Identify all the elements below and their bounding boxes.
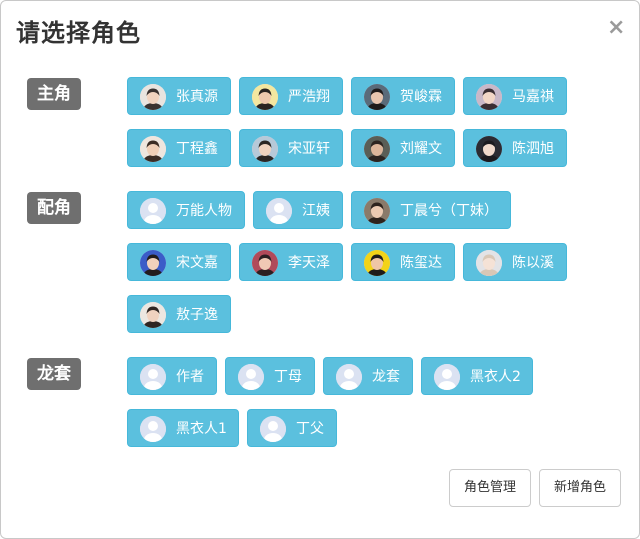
role-name: 丁晨兮（丁妹） [400, 203, 498, 219]
avatar [140, 136, 166, 162]
avatar [140, 302, 166, 328]
default-user-icon [434, 364, 460, 390]
role-chip[interactable]: 张真源 [127, 77, 231, 115]
role-chip[interactable]: 龙套 [323, 357, 413, 395]
role-name: 陈泗旭 [512, 141, 554, 157]
avatar [140, 250, 166, 276]
role-chip[interactable]: 李天泽 [239, 243, 343, 281]
role-name: 严浩翔 [288, 89, 330, 105]
default-user-icon [140, 198, 166, 224]
role-chip[interactable]: 宋亚轩 [239, 129, 343, 167]
role-name: 万能人物 [176, 203, 232, 219]
default-user-icon [336, 364, 362, 390]
avatar [476, 84, 502, 110]
role-name: 李天泽 [288, 255, 330, 271]
avatar [364, 198, 390, 224]
role-name: 张真源 [176, 89, 218, 105]
role-chip[interactable]: 丁父 [247, 409, 337, 447]
role-name: 陈玺达 [400, 255, 442, 271]
role-chip[interactable]: 严浩翔 [239, 77, 343, 115]
role-name: 丁母 [274, 369, 302, 385]
role-chip[interactable]: 马嘉祺 [463, 77, 567, 115]
role-name: 马嘉祺 [512, 89, 554, 105]
default-user-icon [260, 416, 286, 442]
role-chip[interactable]: 作者 [127, 357, 217, 395]
dialog-title: 请选择角色 [16, 19, 141, 47]
role-chip[interactable]: 陈泗旭 [463, 129, 567, 167]
role-chip[interactable]: 贺峻霖 [351, 77, 455, 115]
avatar [252, 84, 278, 110]
role-chip[interactable]: 万能人物 [127, 191, 245, 229]
role-name: 刘耀文 [400, 141, 442, 157]
manage-roles-button[interactable]: 角色管理 [449, 469, 531, 507]
role-name: 黑衣人1 [176, 421, 227, 437]
close-icon[interactable]: × [607, 17, 625, 39]
default-user-icon [266, 198, 292, 224]
role-chip[interactable]: 黑衣人1 [127, 409, 239, 447]
role-chip[interactable]: 刘耀文 [351, 129, 455, 167]
role-name: 敖子逸 [176, 307, 218, 323]
default-user-icon [140, 416, 166, 442]
avatar [140, 84, 166, 110]
avatar [364, 84, 390, 110]
section-label-supporting: 配角 [27, 192, 81, 224]
role-name: 贺峻霖 [400, 89, 442, 105]
add-role-button[interactable]: 新增角色 [539, 469, 621, 507]
role-chip[interactable]: 丁程鑫 [127, 129, 231, 167]
avatar [252, 136, 278, 162]
avatar [252, 250, 278, 276]
role-chip[interactable]: 宋文嘉 [127, 243, 231, 281]
role-chip[interactable]: 丁母 [225, 357, 315, 395]
avatar [476, 250, 502, 276]
role-chip[interactable]: 江姨 [253, 191, 343, 229]
role-name: 丁父 [296, 421, 324, 437]
role-name: 江姨 [302, 203, 330, 219]
role-chip[interactable]: 敖子逸 [127, 295, 231, 333]
section-label-extras: 龙套 [27, 358, 81, 390]
default-user-icon [238, 364, 264, 390]
role-chip[interactable]: 陈以溪 [463, 243, 567, 281]
role-name: 丁程鑫 [176, 141, 218, 157]
avatar [364, 250, 390, 276]
avatar [364, 136, 390, 162]
default-user-icon [140, 364, 166, 390]
section-label-main: 主角 [27, 78, 81, 110]
role-select-dialog: 请选择角色 × 主角 张真源 严浩翔 贺峻霖 马嘉祺 丁程鑫 宋亚轩 刘耀文 陈… [0, 0, 640, 539]
role-name: 陈以溪 [512, 255, 554, 271]
role-name: 宋亚轩 [288, 141, 330, 157]
role-name: 作者 [176, 369, 204, 385]
role-chip[interactable]: 黑衣人2 [421, 357, 533, 395]
role-chip[interactable]: 陈玺达 [351, 243, 455, 281]
role-name: 龙套 [372, 369, 400, 385]
role-name: 黑衣人2 [470, 369, 521, 385]
role-name: 宋文嘉 [176, 255, 218, 271]
avatar [476, 136, 502, 162]
role-chip[interactable]: 丁晨兮（丁妹） [351, 191, 511, 229]
